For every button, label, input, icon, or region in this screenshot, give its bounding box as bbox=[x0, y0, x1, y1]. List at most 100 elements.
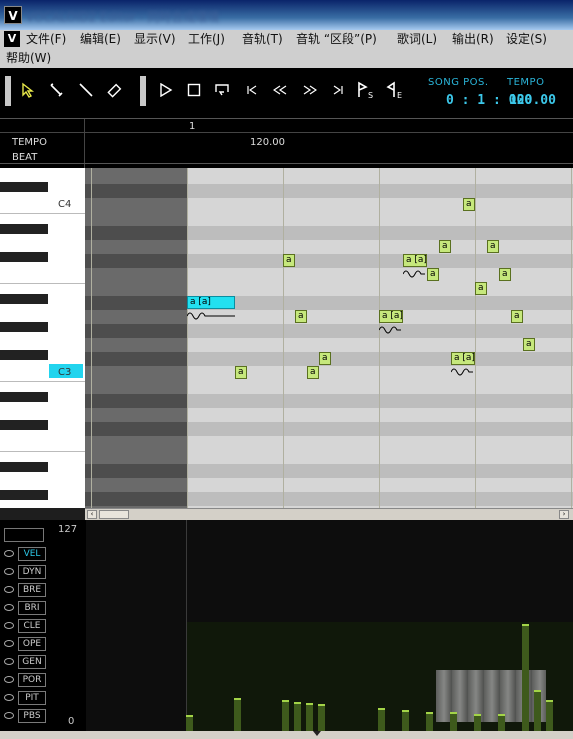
note[interactable]: a bbox=[475, 282, 487, 295]
control-value-box[interactable] bbox=[4, 528, 44, 542]
control-bre[interactable]: BRE bbox=[4, 583, 46, 597]
velocity-bar[interactable] bbox=[534, 690, 541, 731]
note-grid[interactable]: a [a] a a a a a a [a] a [a] a a a [a] a a a a a a bbox=[85, 168, 573, 508]
velocity-bar[interactable] bbox=[378, 708, 385, 731]
line-icon[interactable] bbox=[76, 80, 96, 100]
control-bri[interactable]: BRI bbox=[4, 601, 46, 615]
eye-icon[interactable] bbox=[4, 604, 14, 611]
black-key[interactable] bbox=[0, 322, 48, 332]
note[interactable]: a bbox=[499, 268, 511, 281]
velocity-bar[interactable] bbox=[282, 700, 289, 731]
black-key[interactable] bbox=[0, 224, 48, 234]
pencil-icon[interactable] bbox=[46, 80, 66, 100]
note[interactable]: a bbox=[439, 240, 451, 253]
note[interactable]: a bbox=[511, 310, 523, 323]
black-key[interactable] bbox=[0, 294, 48, 304]
black-key[interactable] bbox=[0, 182, 48, 192]
eye-icon[interactable] bbox=[4, 658, 14, 665]
note[interactable]: a [a] bbox=[187, 296, 235, 309]
velocity-bar[interactable] bbox=[522, 624, 529, 731]
menu-output[interactable]: 输出(R) bbox=[452, 31, 494, 47]
piano-roll[interactable]: C4 C3 a [a] a a a a a a [a] a [a] a a a [a] a a a a a a bbox=[0, 168, 573, 508]
note[interactable]: a bbox=[463, 198, 475, 211]
start-marker-icon[interactable]: S bbox=[356, 80, 376, 100]
black-key[interactable] bbox=[0, 420, 48, 430]
control-gen[interactable]: GEN bbox=[4, 655, 46, 669]
control-pbs[interactable]: PBS bbox=[4, 709, 46, 723]
control-pit[interactable]: PIT bbox=[4, 691, 46, 705]
loop-icon[interactable] bbox=[212, 80, 232, 100]
velocity-bar[interactable] bbox=[498, 714, 505, 731]
go-start-icon[interactable] bbox=[242, 80, 262, 100]
stop-icon[interactable] bbox=[184, 80, 204, 100]
control-label[interactable]: BRI bbox=[18, 601, 46, 615]
control-cle[interactable]: CLE bbox=[4, 619, 46, 633]
fast-forward-icon[interactable] bbox=[300, 80, 320, 100]
black-key[interactable] bbox=[0, 462, 48, 472]
eye-icon[interactable] bbox=[4, 550, 14, 557]
rewind-icon[interactable] bbox=[270, 80, 290, 100]
velocity-bar[interactable] bbox=[186, 715, 193, 731]
scroll-thumb[interactable] bbox=[99, 510, 129, 519]
horizontal-scrollbar[interactable]: ‹ › bbox=[85, 508, 573, 520]
menu-help[interactable]: 帮助(W) bbox=[6, 50, 51, 66]
go-end-icon[interactable] bbox=[328, 80, 348, 100]
note[interactable]: a [a] bbox=[403, 254, 427, 267]
eye-icon[interactable] bbox=[4, 568, 14, 575]
control-label[interactable]: CLE bbox=[18, 619, 46, 633]
velocity-bar[interactable] bbox=[318, 704, 325, 731]
control-por[interactable]: POR bbox=[4, 673, 46, 687]
note[interactable]: a bbox=[235, 366, 247, 379]
note[interactable]: a [a] bbox=[379, 310, 403, 323]
velocity-bar[interactable] bbox=[234, 698, 241, 731]
splitter-down-icon[interactable] bbox=[313, 731, 321, 736]
pointer-icon[interactable] bbox=[18, 80, 38, 100]
velocity-bar[interactable] bbox=[306, 703, 313, 731]
eye-icon[interactable] bbox=[4, 712, 14, 719]
menu-job[interactable]: 工作(J) bbox=[188, 31, 225, 47]
black-key[interactable] bbox=[0, 252, 48, 262]
control-vel[interactable]: VEL bbox=[4, 547, 46, 561]
menu-logo-icon[interactable]: V bbox=[4, 31, 20, 47]
note[interactable]: a bbox=[295, 310, 307, 323]
control-label[interactable]: VEL bbox=[18, 547, 46, 561]
note[interactable]: a [a] bbox=[451, 352, 475, 365]
eye-icon[interactable] bbox=[4, 622, 14, 629]
control-dyn[interactable]: DYN bbox=[4, 565, 46, 579]
note[interactable]: a bbox=[307, 366, 319, 379]
control-label[interactable]: GEN bbox=[18, 655, 46, 669]
menu-part[interactable]: 音轨 “区段”(P) bbox=[296, 31, 377, 47]
control-label[interactable]: POR bbox=[18, 673, 46, 687]
control-label[interactable]: BRE bbox=[18, 583, 46, 597]
note[interactable]: a bbox=[523, 338, 535, 351]
velocity-bar[interactable] bbox=[402, 710, 409, 731]
eye-icon[interactable] bbox=[4, 586, 14, 593]
scroll-left-icon[interactable]: ‹ bbox=[87, 510, 97, 519]
control-label[interactable]: DYN bbox=[18, 565, 46, 579]
eye-icon[interactable] bbox=[4, 640, 14, 647]
menu-lyrics[interactable]: 歌词(L) bbox=[397, 31, 437, 47]
black-key[interactable] bbox=[0, 350, 48, 360]
eraser-icon[interactable] bbox=[104, 80, 124, 100]
menu-settings[interactable]: 设定(S) bbox=[506, 31, 547, 47]
menu-track[interactable]: 音轨(T) bbox=[242, 31, 283, 47]
play-icon[interactable] bbox=[156, 80, 176, 100]
menu-edit[interactable]: 编辑(E) bbox=[80, 31, 121, 47]
velocity-bar[interactable] bbox=[546, 700, 553, 731]
scroll-right-icon[interactable]: › bbox=[559, 510, 569, 519]
control-label[interactable]: PBS bbox=[18, 709, 46, 723]
control-ope[interactable]: OPE bbox=[4, 637, 46, 651]
eye-icon[interactable] bbox=[4, 676, 14, 683]
black-key[interactable] bbox=[0, 392, 48, 402]
velocity-graph[interactable] bbox=[86, 520, 573, 731]
velocity-bar[interactable] bbox=[426, 712, 433, 731]
eye-icon[interactable] bbox=[4, 694, 14, 701]
black-key[interactable] bbox=[0, 490, 48, 500]
end-marker-icon[interactable]: E bbox=[386, 80, 406, 100]
note[interactable]: a bbox=[427, 268, 439, 281]
velocity-bar[interactable] bbox=[450, 712, 457, 731]
note[interactable]: a bbox=[319, 352, 331, 365]
menu-view[interactable]: 显示(V) bbox=[134, 31, 176, 47]
velocity-bar[interactable] bbox=[294, 702, 301, 731]
control-label[interactable]: PIT bbox=[18, 691, 46, 705]
